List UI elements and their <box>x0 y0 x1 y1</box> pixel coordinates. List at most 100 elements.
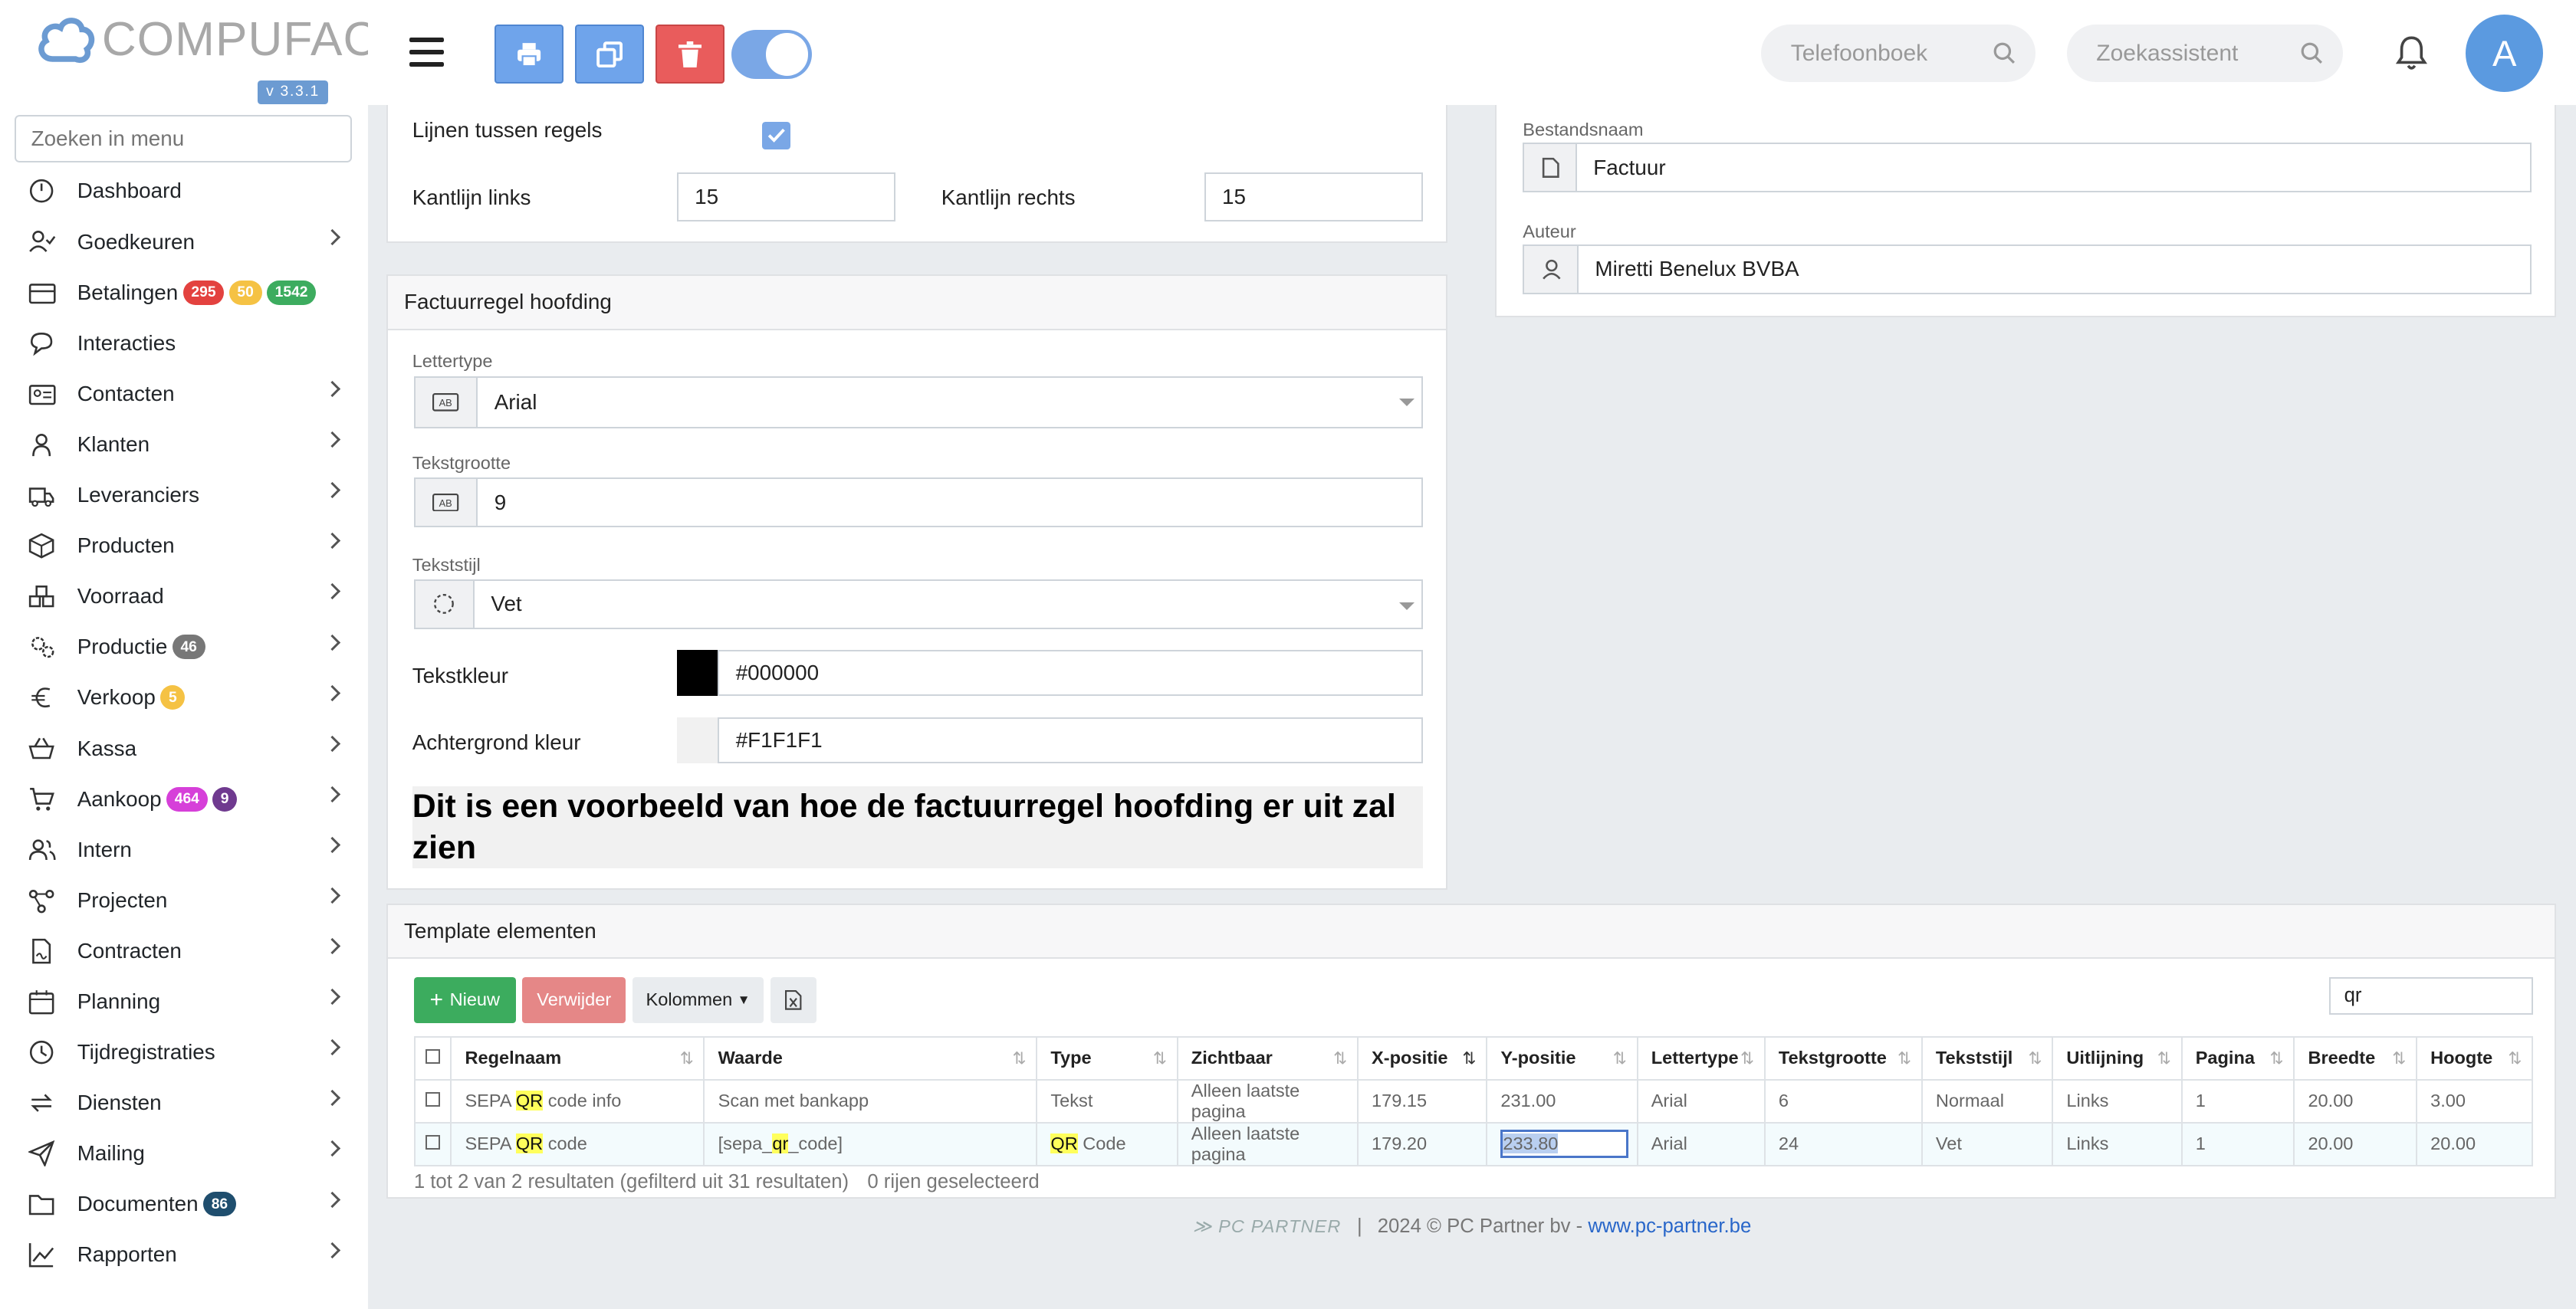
sort-icon[interactable]: ⇅ <box>1462 1049 1476 1068</box>
column-header-tekstgrootte[interactable]: Tekstgrootte ⇅ <box>1763 1035 1923 1081</box>
checkbox[interactable] <box>425 1134 440 1150</box>
column-header-regelnaam[interactable]: Regelnaam ⇅ <box>450 1035 705 1081</box>
sort-icon[interactable]: ⇅ <box>2028 1049 2042 1068</box>
lines-between-rows-checkbox[interactable] <box>762 121 790 149</box>
author-input[interactable]: Miretti Benelux BVBA <box>1577 244 2532 294</box>
copy-button[interactable] <box>575 25 644 84</box>
phonebook-search[interactable]: Telefoonboek <box>1761 25 2036 83</box>
background-color-input[interactable]: #F1F1F1 <box>718 717 1423 764</box>
cell-waarde[interactable]: [sepa_qr_code] <box>703 1121 1038 1166</box>
cell-size[interactable]: 24 <box>1763 1121 1923 1166</box>
delete-rows-button[interactable]: Verwijder <box>522 976 626 1023</box>
columns-dropdown[interactable]: Kolommen ▼ <box>632 976 764 1023</box>
column-header-pagina[interactable]: Pagina ⇅ <box>2180 1035 2295 1081</box>
column-header-y-positie[interactable]: Y-positie ⇅ <box>1486 1035 1638 1081</box>
filename-input[interactable]: Factuur <box>1575 143 2532 192</box>
cell-h[interactable]: 20.00 <box>2415 1121 2534 1166</box>
sort-icon[interactable]: ⇅ <box>2157 1049 2171 1068</box>
cell-zichtbaar[interactable]: Alleen laatste pagina <box>1176 1078 1359 1124</box>
sidebar-item-diensten[interactable]: Diensten <box>0 1078 368 1128</box>
column-header-breedte[interactable]: Breedte ⇅ <box>2293 1035 2417 1081</box>
cell-font[interactable]: Arial <box>1636 1121 1766 1166</box>
margin-left-input[interactable]: 15 <box>676 172 895 222</box>
sidebar-item-dashboard[interactable]: Dashboard <box>0 166 368 216</box>
mode-toggle[interactable] <box>731 29 812 79</box>
excel-export-button[interactable] <box>770 976 816 1023</box>
background-color-swatch[interactable] <box>676 717 718 764</box>
sort-icon[interactable]: ⇅ <box>1898 1049 1911 1068</box>
sidebar-item-goedkeuren[interactable]: Goedkeuren <box>0 217 368 267</box>
sidebar-item-contracten[interactable]: Contracten <box>0 926 368 976</box>
cell-x[interactable]: 179.15 <box>1356 1078 1488 1124</box>
notification-bell-icon[interactable] <box>2395 34 2428 71</box>
cell-type[interactable]: QR Code <box>1036 1121 1178 1166</box>
delete-button[interactable] <box>656 25 724 84</box>
sidebar-item-documenten[interactable]: Documenten 86 <box>0 1179 368 1229</box>
size-input[interactable]: 9 <box>476 477 1423 527</box>
sidebar-item-betalingen[interactable]: Betalingen 295 50 1542 <box>0 267 368 318</box>
sidebar-item-aankoop[interactable]: Aankoop 464 9 <box>0 774 368 825</box>
cell-zichtbaar[interactable]: Alleen laatste pagina <box>1176 1121 1359 1166</box>
sidebar-item-rapporten[interactable]: Rapporten <box>0 1229 368 1280</box>
sort-icon[interactable]: ⇅ <box>2392 1049 2406 1068</box>
new-button[interactable]: + Nieuw <box>413 976 516 1023</box>
sort-icon[interactable]: ⇅ <box>1012 1049 1026 1068</box>
table-row[interactable]: SEPA QR code [sepa_qr_code] QR Code Alleen … <box>413 1121 2534 1166</box>
editing-cell-input[interactable]: 233.80 <box>1500 1130 1629 1159</box>
menu-search-input[interactable] <box>15 115 352 163</box>
sidebar-item-planning[interactable]: Planning <box>0 976 368 1027</box>
checkbox[interactable] <box>425 1049 440 1065</box>
cell-h[interactable]: 3.00 <box>2415 1078 2534 1124</box>
cell-waarde[interactable]: Scan met bankapp <box>703 1078 1038 1124</box>
select-all-checkbox[interactable] <box>413 1035 452 1081</box>
cell-font[interactable]: Arial <box>1636 1078 1766 1124</box>
cell-size[interactable]: 6 <box>1763 1078 1923 1124</box>
text-color-swatch[interactable] <box>676 650 718 697</box>
sidebar-item-productie[interactable]: Productie 46 <box>0 622 368 672</box>
column-header-zichtbaar[interactable]: Zichtbaar ⇅ <box>1176 1035 1359 1081</box>
column-header-x-positie[interactable]: X-positie ⇅ <box>1356 1035 1488 1081</box>
sidebar-item-voorraad[interactable]: Voorraad <box>0 571 368 622</box>
cell-style[interactable]: Vet <box>1921 1121 2054 1166</box>
sidebar-item-interacties[interactable]: Interacties <box>0 318 368 369</box>
margin-right-input[interactable]: 15 <box>1204 172 1423 222</box>
cell-align[interactable]: Links <box>2052 1078 2183 1124</box>
sort-icon[interactable]: ⇅ <box>1333 1049 1347 1068</box>
cell-align[interactable]: Links <box>2052 1121 2183 1166</box>
cell-x[interactable]: 179.20 <box>1356 1121 1488 1166</box>
sort-icon[interactable]: ⇅ <box>2270 1049 2284 1068</box>
cell-w[interactable]: 20.00 <box>2293 1121 2417 1166</box>
table-search-input[interactable]: qr <box>2329 976 2534 1015</box>
column-header-type[interactable]: Type ⇅ <box>1036 1035 1178 1081</box>
sort-icon[interactable]: ⇅ <box>2508 1049 2522 1068</box>
row-checkbox-cell[interactable] <box>413 1078 452 1124</box>
sort-icon[interactable]: ⇅ <box>680 1049 694 1068</box>
column-header-uitlijning[interactable]: Uitlijning ⇅ <box>2052 1035 2183 1081</box>
footer-link[interactable]: www.pc-partner.be <box>1588 1216 1751 1237</box>
cell-page[interactable]: 1 <box>2180 1121 2295 1166</box>
sort-icon[interactable]: ⇅ <box>1153 1049 1167 1068</box>
column-header-tekststijl[interactable]: Tekststijl ⇅ <box>1921 1035 2054 1081</box>
font-select[interactable]: Arial <box>476 376 1423 429</box>
user-avatar[interactable]: A <box>2466 15 2544 92</box>
sidebar-item-verkoop[interactable]: Verkoop 5 <box>0 672 368 723</box>
column-header-lettertype[interactable]: Lettertype ⇅ <box>1636 1035 1766 1081</box>
cell-y[interactable]: 233.80 <box>1486 1121 1638 1166</box>
sort-icon[interactable]: ⇅ <box>1613 1049 1627 1068</box>
hamburger-menu-icon[interactable] <box>409 38 444 67</box>
sidebar-item-kassa[interactable]: Kassa <box>0 723 368 773</box>
column-header-hoogte[interactable]: Hoogte ⇅ <box>2415 1035 2534 1081</box>
cell-regelnaam[interactable]: SEPA QR code info <box>450 1078 705 1124</box>
cell-y[interactable]: 231.00 <box>1486 1078 1638 1124</box>
checkbox[interactable] <box>425 1091 440 1107</box>
sidebar-item-mailing[interactable]: Mailing <box>0 1128 368 1179</box>
sidebar-item-contacten[interactable]: Contacten <box>0 369 368 419</box>
sidebar-item-klanten[interactable]: Klanten <box>0 419 368 470</box>
sidebar-item-leveranciers[interactable]: Leveranciers <box>0 470 368 520</box>
column-header-waarde[interactable]: Waarde ⇅ <box>703 1035 1038 1081</box>
cell-style[interactable]: Normaal <box>1921 1078 2054 1124</box>
cell-type[interactable]: Tekst <box>1036 1078 1178 1124</box>
print-button[interactable] <box>495 25 564 84</box>
table-row[interactable]: SEPA QR code info Scan met bankapp Tekst Al… <box>413 1078 2534 1124</box>
sidebar-item-tijdregistraties[interactable]: Tijdregistraties <box>0 1027 368 1078</box>
